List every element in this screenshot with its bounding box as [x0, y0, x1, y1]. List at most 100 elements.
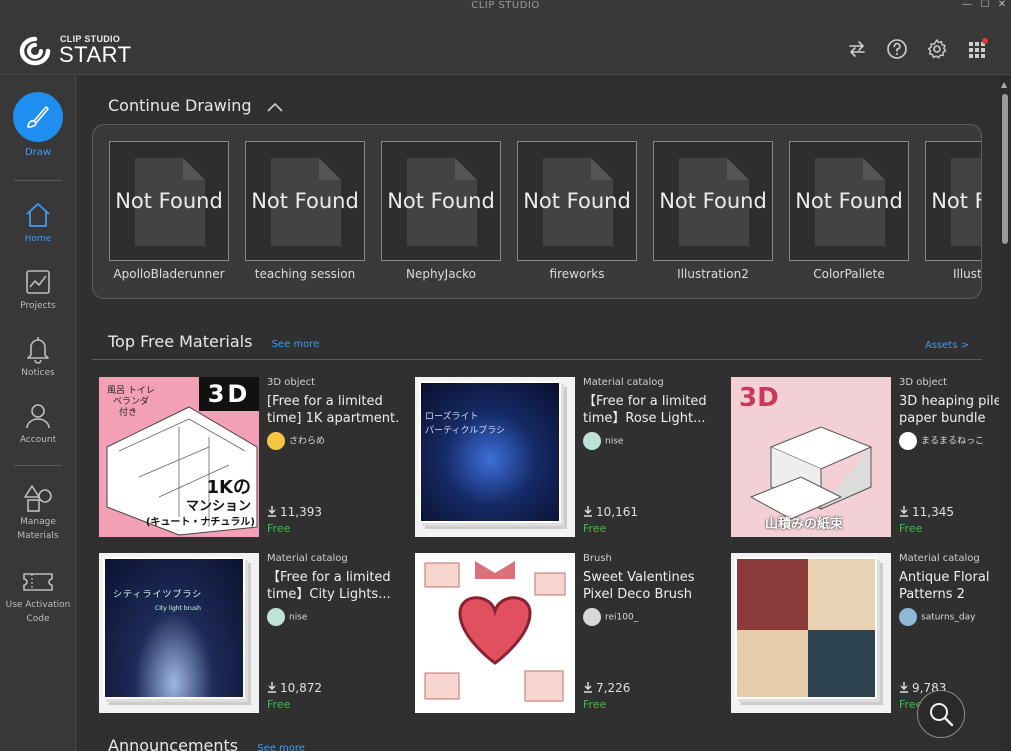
material-title-line1: 3D heaping pile of — [899, 394, 999, 409]
sidebar-item-projects[interactable]: Projects — [0, 267, 76, 311]
material-title-line2: Patterns 2 — [899, 587, 965, 602]
not-found-label: Not Found — [523, 189, 631, 213]
3d-badge: 3D — [199, 377, 259, 411]
minimize-button[interactable]: — — [960, 0, 974, 12]
apps-grid-icon[interactable] — [966, 38, 988, 60]
material-category: Material catalog — [267, 553, 348, 564]
close-button[interactable]: ✕ — [995, 0, 1009, 12]
not-found-label: Not Found — [115, 189, 223, 213]
material-thumbnail[interactable]: ローズライト パーティクルブラシ — [415, 377, 575, 537]
material-thumbnail[interactable]: シティライツブラシ City light brush — [99, 553, 259, 713]
sidebar-item-draw[interactable]: Draw — [0, 92, 76, 158]
see-more-link[interactable]: See more — [272, 339, 320, 350]
search-button[interactable] — [917, 690, 965, 738]
material-title[interactable]: Antique Floral Patterns 2 — [899, 569, 999, 603]
gear-icon[interactable] — [926, 38, 948, 60]
file-thumbnail[interactable]: Not Found — [517, 141, 637, 261]
draw-button[interactable] — [13, 92, 63, 142]
sync-icon[interactable] — [846, 38, 868, 60]
sidebar-item-activation-code[interactable]: Use Activation Code — [0, 568, 76, 624]
avatar — [899, 432, 917, 450]
maximize-button[interactable]: ☐ — [978, 0, 992, 12]
material-thumbnail[interactable]: 3D 風呂 トイレ ベランダ 付き 1Kの マンション (キュート・ナチュラル) — [99, 377, 259, 537]
material-thumbnail[interactable] — [731, 553, 891, 713]
material-title-line2: Pixel Deco Brush — [583, 587, 692, 602]
file-thumbnail[interactable]: Not Found — [789, 141, 909, 261]
download-icon — [900, 506, 908, 517]
continue-drawing-heading[interactable]: Continue Drawing — [108, 96, 285, 115]
download-icon — [584, 682, 592, 693]
scrollbar[interactable]: ▲ — [999, 76, 1011, 751]
material-card[interactable]: シティライツブラシ City light brush Material catalo… — [99, 553, 399, 713]
download-count: 10,161 — [583, 505, 638, 519]
material-category: Brush — [583, 553, 612, 564]
material-card[interactable]: 3D 風呂 トイレ ベランダ 付き 1Kの マンション (キュート・ナチュラル) 3D obj… — [99, 377, 399, 537]
not-found-label: Not Found — [659, 189, 767, 213]
sidebar-account-label: Account — [19, 435, 57, 445]
recent-file-item[interactable]: Not Found ColorPallete — [789, 141, 909, 281]
ticket-icon — [23, 573, 53, 591]
material-card[interactable]: Material catalog Antique Floral Patterns 2… — [731, 553, 999, 713]
sidebar-home-label: Home — [24, 234, 52, 244]
image-text-line2: City light brush — [155, 605, 201, 612]
material-title[interactable]: 3D heaping pile of paper bundle — [899, 393, 999, 427]
recent-file-item[interactable]: Not Found Illustration2 — [653, 141, 773, 281]
announcements-see-more-link[interactable]: See more — [257, 743, 305, 751]
sidebar-item-notices[interactable]: Notices — [0, 334, 76, 378]
material-thumbnail[interactable] — [415, 553, 575, 713]
sidebar-item-manage-materials[interactable]: Manage Materials — [0, 483, 76, 541]
scroll-up-arrow-icon[interactable]: ▲ — [1001, 80, 1007, 89]
material-title[interactable]: [Free for a limited time] 1K apartment... — [267, 393, 399, 427]
author-name: saturns_day — [921, 612, 976, 623]
file-thumbnail[interactable]: Not Found — [925, 141, 981, 261]
material-card[interactable]: Brush Sweet Valentines Pixel Deco Brush rei… — [415, 553, 715, 713]
logo-big-text: START — [59, 42, 132, 67]
top-free-materials-title: Top Free Materials — [108, 332, 253, 351]
announcements-heading: Announcements See more — [108, 736, 305, 751]
image-text-mansion: マンション — [185, 499, 251, 514]
material-author[interactable]: rei100_ — [583, 608, 638, 626]
recent-file-item[interactable]: Not Found Illustration — [925, 141, 981, 281]
material-title[interactable]: 【Free for a limited time】Rose Light... — [583, 393, 715, 427]
help-icon[interactable] — [886, 38, 908, 60]
material-title-line2: time] 1K apartment... — [267, 411, 399, 426]
image-text-line1: ローズライト — [425, 412, 479, 422]
avatar — [267, 432, 285, 450]
recent-file-item[interactable]: Not Found teaching session — [245, 141, 365, 281]
material-author[interactable]: nise — [267, 608, 307, 626]
material-author[interactable]: さわらめ — [267, 432, 325, 450]
material-title[interactable]: Sweet Valentines Pixel Deco Brush — [583, 569, 715, 603]
author-name: nise — [605, 436, 624, 447]
author-name: nise — [289, 612, 308, 623]
download-count: 11,345 — [899, 505, 954, 519]
material-author[interactable]: nise — [583, 432, 623, 450]
file-thumbnail[interactable]: Not Found — [109, 141, 229, 261]
file-thumbnail[interactable]: Not Found — [653, 141, 773, 261]
image-caption: 山積みの紙束 — [765, 517, 844, 532]
material-card[interactable]: 3D山積みの紙束 3D object 3D heaping pile of paper… — [731, 377, 999, 537]
file-thumbnail[interactable]: Not Found — [381, 141, 501, 261]
material-category: Material catalog — [899, 553, 980, 564]
avatar — [899, 608, 917, 626]
material-author[interactable]: saturns_day — [899, 608, 975, 626]
material-title-line1: 【Free for a limited — [267, 570, 391, 585]
scrollbar-thumb[interactable] — [1002, 94, 1008, 244]
assets-link[interactable]: Assets > — [925, 340, 969, 351]
sidebar-item-account[interactable]: Account — [0, 401, 76, 445]
sidebar-divider — [14, 180, 62, 181]
material-author[interactable]: まるまるねっこ — [899, 432, 984, 450]
recent-file-item[interactable]: Not Found fireworks — [517, 141, 637, 281]
material-thumbnail[interactable]: 3D 山積みの紙束 — [731, 377, 891, 537]
author-name: まるまるねっこ — [921, 436, 985, 447]
material-card[interactable]: ローズライト パーティクルブラシ Material catalog 【Free for… — [415, 377, 715, 537]
material-title[interactable]: 【Free for a limited time】City Lights... — [267, 569, 399, 603]
download-count-value: 10,161 — [596, 505, 638, 519]
recent-file-item[interactable]: Not Found NephyJacko — [381, 141, 501, 281]
download-icon — [268, 682, 276, 693]
chevron-up-icon[interactable] — [265, 100, 285, 114]
file-thumbnail[interactable]: Not Found — [245, 141, 365, 261]
recent-file-item[interactable]: Not Found ApolloBladerunner — [109, 141, 229, 281]
sidebar-code-label: Code — [26, 614, 50, 624]
sidebar-item-home[interactable]: Home — [0, 200, 76, 244]
file-name: fireworks — [549, 267, 605, 281]
